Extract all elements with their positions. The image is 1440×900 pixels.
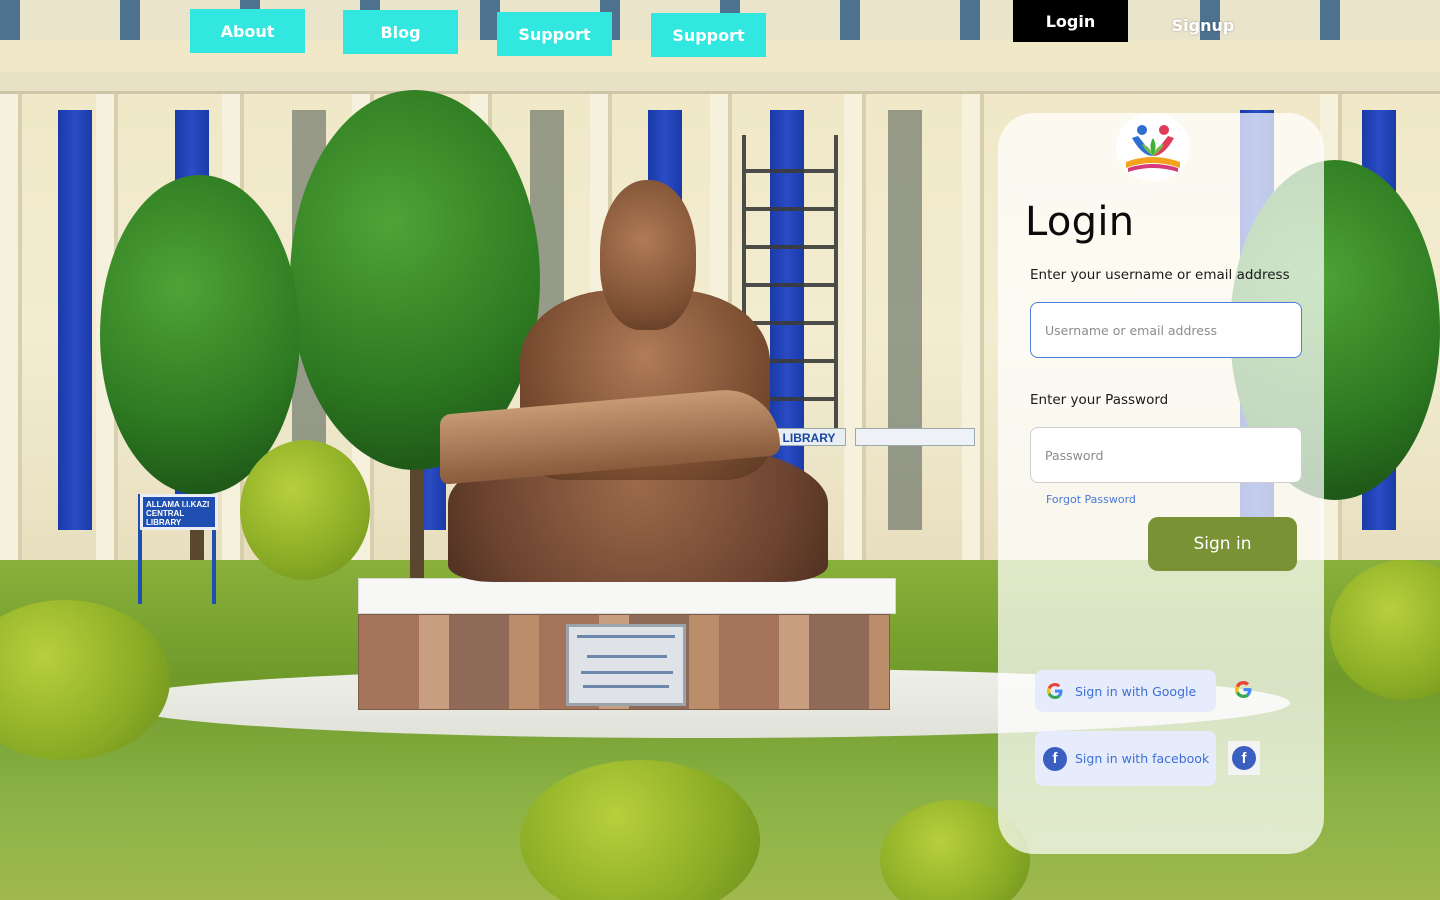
google-signin-label: Sign in with Google: [1075, 683, 1197, 699]
nav-support-button[interactable]: Support: [497, 12, 612, 56]
forgot-password-link[interactable]: Forgot Password: [1046, 493, 1136, 506]
login-title: Login: [1025, 199, 1135, 245]
blue-stripe: [58, 110, 92, 530]
facebook-side-icon[interactable]: f: [1228, 741, 1260, 775]
google-icon: [1035, 683, 1075, 699]
plaque-text-line: [583, 685, 669, 688]
facebook-signin-button[interactable]: f Sign in with facebook: [1035, 731, 1216, 786]
username-input[interactable]: [1030, 302, 1302, 358]
tree: [100, 175, 300, 495]
facebook-circle-icon: f: [1232, 746, 1256, 770]
google-signin-button[interactable]: Sign in with Google: [1035, 670, 1216, 712]
plaque-text-line: [581, 671, 673, 674]
nav-about-button[interactable]: About: [190, 9, 305, 53]
hedge: [240, 440, 370, 580]
facebook-circle-icon: f: [1043, 746, 1067, 771]
campus-sign: ALLAMA I.I.KAZI CENTRAL LIBRARY: [140, 494, 218, 530]
pillar: [844, 94, 866, 564]
login-card: Login Enter your username or email addre…: [998, 113, 1324, 854]
community-logo-icon: [1116, 113, 1190, 181]
pedestal-top: [358, 578, 896, 614]
window: [888, 110, 922, 530]
nav-support-button-2[interactable]: Support: [651, 13, 766, 57]
pillar: [962, 94, 984, 564]
pillar: [0, 94, 22, 564]
sign-in-button[interactable]: Sign in: [1148, 517, 1297, 571]
nav-login-button[interactable]: Login: [1013, 0, 1128, 42]
statue-plaque: [566, 624, 686, 706]
urdu-sign: [855, 428, 975, 446]
facebook-signin-label: Sign in with facebook: [1075, 751, 1210, 766]
plaque-title-line: [577, 635, 675, 638]
username-label: Enter your username or email address: [1030, 267, 1290, 283]
nav-blog-button[interactable]: Blog: [343, 10, 458, 54]
password-input[interactable]: [1030, 427, 1302, 483]
plaque-text-line: [587, 655, 667, 658]
password-label: Enter your Password: [1030, 392, 1169, 408]
google-side-icon[interactable]: [1234, 679, 1252, 699]
library-sign: LIBRARY: [772, 428, 846, 446]
building-cornice: [0, 72, 1440, 94]
statue-head: [600, 180, 696, 330]
nav-signup-button[interactable]: Signup: [1144, 4, 1262, 46]
facebook-icon: f: [1035, 746, 1075, 771]
